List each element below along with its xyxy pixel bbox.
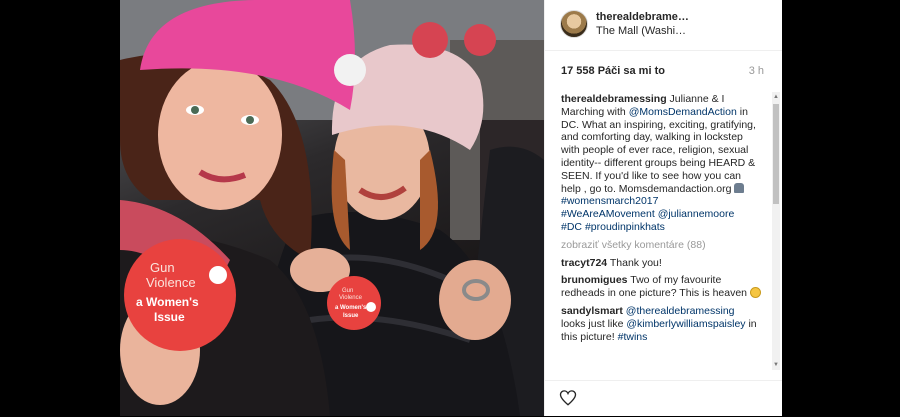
avatar[interactable] <box>560 10 588 38</box>
likes-count[interactable]: 17 558 Páči sa mi to <box>561 65 665 77</box>
hashtag-womensmarch[interactable]: #womensmarch2017 <box>561 195 658 207</box>
button-right-text-4: Issue <box>343 313 359 319</box>
comment-username[interactable]: sandylsmart <box>561 305 623 317</box>
hashtag-proudinpinkhats[interactable]: #proudinpinkhats <box>585 221 665 233</box>
comment-mention[interactable]: @kimberlywilliamspaisley <box>626 318 745 330</box>
comment-mention[interactable]: @therealdebramessing <box>626 305 735 317</box>
caption-mention[interactable]: @MomsDemandAction <box>629 106 737 118</box>
button-left-text-3: a Women's <box>136 295 199 309</box>
post-time[interactable]: 3 h <box>749 65 764 77</box>
post-location[interactable]: The Mall (Washi… <box>596 25 686 37</box>
caption: therealdebramessing Julianne & I Marchin… <box>561 93 761 234</box>
comment: tracyt724 Thank you! <box>561 257 761 270</box>
button-left-text-2: Violence <box>146 275 196 290</box>
button-right-text-3: a Women's <box>335 305 367 311</box>
scroll-up-arrow-icon[interactable]: ▲ <box>772 92 780 102</box>
mention-juliannemoore[interactable]: @juliannemoore <box>658 208 735 220</box>
comment: brunomigues Two of my favourite redheads… <box>561 274 761 300</box>
photo-illustration: Gun Violence a Women's Issue Gun Violenc… <box>120 0 544 416</box>
caption-username[interactable]: therealdebramessing <box>561 93 667 105</box>
post-header: therealdebrame… The Mall (Washi… <box>545 0 782 51</box>
comment-username[interactable]: brunomigues <box>561 274 628 286</box>
hashtag-wearemovement[interactable]: #WeAreAMovement <box>561 208 655 220</box>
comment: sandylsmart @therealdebramessing looks j… <box>561 305 761 343</box>
instagram-post-modal: Gun Violence a Women's Issue Gun Violenc… <box>120 0 782 416</box>
scroll-down-arrow-icon[interactable]: ▼ <box>772 360 780 370</box>
button-left-text-4: Issue <box>154 310 185 324</box>
smiley-emoji-icon <box>749 287 761 299</box>
button-left-text-1: Gun <box>150 260 175 275</box>
scrollbar-thumb[interactable] <box>773 104 779 204</box>
post-username[interactable]: therealdebrame… <box>596 11 689 23</box>
view-all-comments-link[interactable]: zobraziť všetky komentáre (88) <box>561 239 761 252</box>
comment-text: looks just like <box>561 317 627 330</box>
button-right-text-1: Gun <box>342 288 353 294</box>
comment-text: Thank you! <box>607 256 662 269</box>
comments-list: therealdebramessing Julianne & I Marchin… <box>561 93 761 371</box>
comment-username[interactable]: tracyt724 <box>561 257 607 269</box>
button-right-text-2: Violence <box>339 295 363 301</box>
caption-text-2: in DC. What an inspiring, exciting, grat… <box>561 105 756 195</box>
post-actions <box>545 380 782 417</box>
hashtag-dc[interactable]: #DC <box>561 221 582 233</box>
people-emoji-icon <box>734 182 745 193</box>
heart-outline-icon[interactable] <box>559 389 577 407</box>
post-photo[interactable]: Gun Violence a Women's Issue Gun Violenc… <box>120 0 544 416</box>
post-sidebar: therealdebrame… The Mall (Washi… 17 558 … <box>544 0 782 416</box>
comment-hashtag[interactable]: #twins <box>618 331 648 343</box>
